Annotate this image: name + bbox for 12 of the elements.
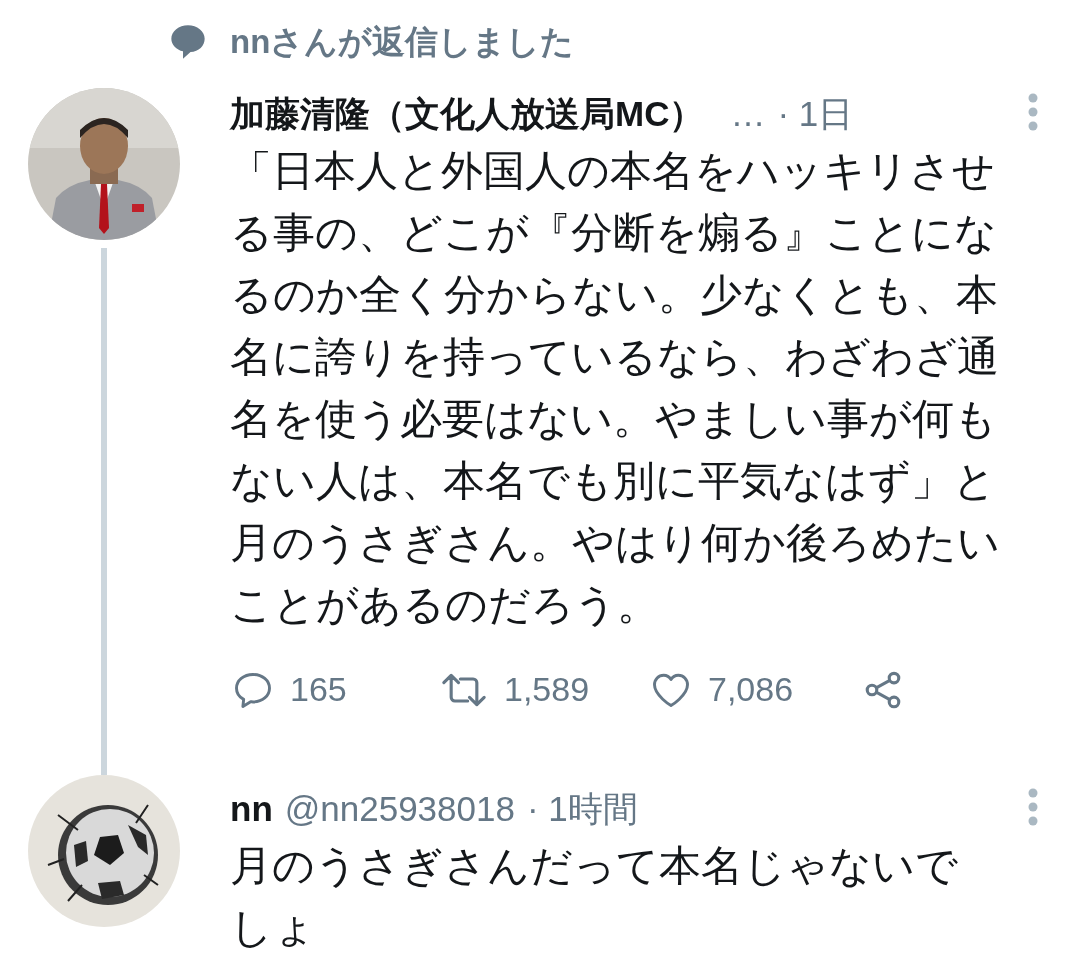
reply-context-text: nnさんが返信しました (230, 22, 575, 63)
display-name[interactable]: 加藤清隆（文化人放送局MC） (230, 87, 705, 141)
reply-count: 165 (290, 669, 347, 710)
tweet-text: 月のうさぎさんだって本名じゃないでしょ (230, 841, 959, 953)
timestamp: · 1時間 (526, 787, 638, 830)
retweet-count: 1,589 (504, 669, 590, 710)
user-handle[interactable]: … (730, 87, 766, 141)
user-handle[interactable]: @nn25938018 (284, 782, 515, 836)
tweet-text: 「日本人と外国人の本名をハッキリさせる事の、どこが『分断を煽る』ことになるのか全く分からない。少なくとも、本名に誇りを持っているなら、わざわざ通名を使う必要はない。やましい事が何もない人は、本名でも別に平気なはず」と月のうさぎさん。やはり何か後ろめたいことがあるのだろう。 (230, 146, 1000, 630)
like-count: 7,086 (708, 669, 794, 710)
timestamp: · 1日 (777, 92, 854, 135)
display-name[interactable]: nn (230, 782, 273, 836)
